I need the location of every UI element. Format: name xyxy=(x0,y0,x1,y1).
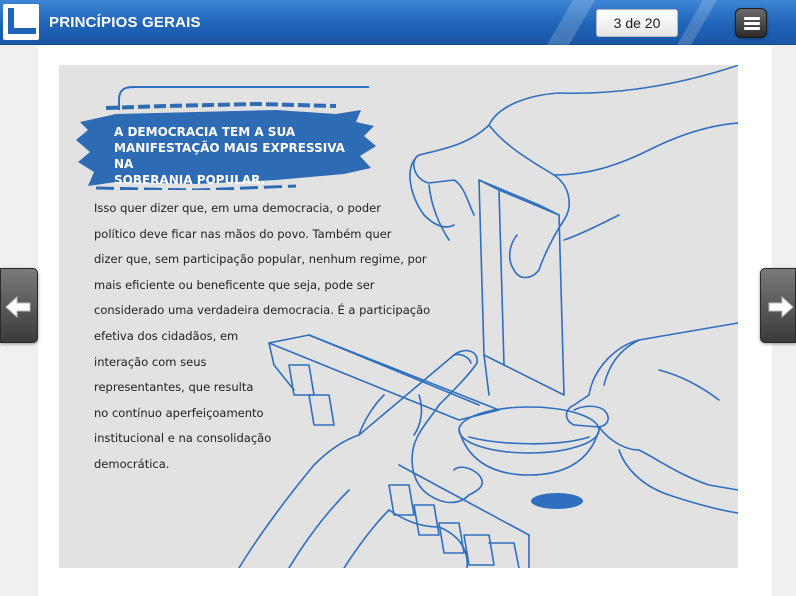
previous-page-button[interactable] xyxy=(0,268,38,343)
header-bar: PRINCÍPIOS GERAIS 3 de 20 xyxy=(0,0,796,45)
l-shape-logo-icon xyxy=(3,4,39,40)
arrow-left-icon xyxy=(5,295,31,319)
hamburger-menu-icon xyxy=(744,17,760,20)
headline-text: A DEMOCRACIA TEM A SUA MANIFESTAÇÃO MAIS… xyxy=(114,125,345,187)
page-counter: 3 de 20 xyxy=(596,9,678,37)
next-page-button[interactable] xyxy=(760,268,796,343)
menu-button[interactable] xyxy=(735,8,767,38)
header-decoration xyxy=(547,0,595,45)
page-title: PRINCÍPIOS GERAIS xyxy=(49,14,201,31)
header-decoration xyxy=(677,0,717,45)
body-paragraph: Isso quer dizer que, em uma democracia, … xyxy=(94,201,431,471)
arrow-right-icon xyxy=(768,295,794,319)
